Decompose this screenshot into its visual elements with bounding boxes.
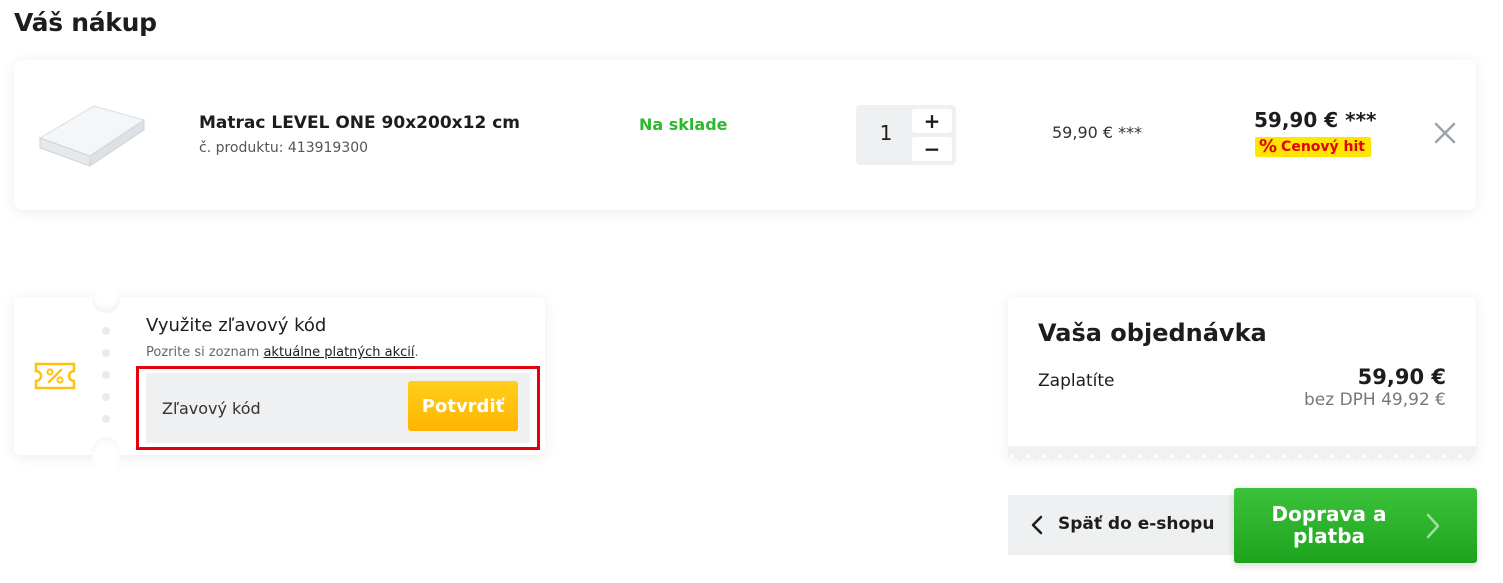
quantity-stepper: 1 + − — [856, 105, 956, 165]
order-total-net: bez DPH 49,92 € — [1304, 390, 1446, 410]
price-hit-badge: % Cenový hit — [1255, 137, 1371, 157]
quantity-decrease-button[interactable]: − — [912, 137, 952, 161]
perforation-dot — [102, 349, 110, 357]
discount-code-input[interactable] — [146, 373, 406, 443]
chevron-right-icon — [1426, 513, 1440, 539]
discount-subtitle: Pozrite si zoznam aktuálne platných akci… — [146, 345, 419, 360]
perforation-dot — [102, 327, 110, 335]
product-image[interactable] — [32, 100, 150, 170]
cart-item-card: Matrac LEVEL ONE 90x200x12 cm č. produkt… — [14, 60, 1476, 210]
badge-label: Cenový hit — [1281, 139, 1365, 155]
back-to-shop-label: Späť do e-shopu — [1058, 514, 1215, 534]
product-code: č. produktu: 413919300 — [199, 140, 369, 156]
order-total: 59,90 € — [1357, 365, 1446, 389]
chevron-left-icon — [1031, 515, 1043, 535]
ticket-notch — [92, 285, 120, 313]
discount-subtitle-text: Pozrite si zoznam — [146, 345, 264, 360]
perforation-dot — [102, 393, 110, 401]
discount-card: Využite zľavový kód Pozrite si zoznam ak… — [14, 285, 545, 477]
discount-title: Využite zľavový kód — [146, 315, 327, 336]
percent-icon: % — [1259, 136, 1278, 157]
ticket-notch — [92, 437, 120, 477]
summary-title: Vaša objednávka — [1038, 319, 1267, 347]
discount-subtitle-suffix: . — [414, 345, 419, 360]
page-title: Váš nákup — [14, 8, 157, 37]
promotions-link[interactable]: aktuálne platných akcií — [263, 345, 414, 360]
shipping-payment-button[interactable]: Doprava a platba — [1234, 488, 1477, 563]
coupon-icon — [34, 362, 76, 390]
total-price: 59,90 € *** — [1254, 108, 1377, 132]
perforation-dot — [102, 415, 110, 423]
confirm-discount-button[interactable]: Potvrdiť — [408, 381, 518, 431]
quantity-value[interactable]: 1 — [856, 121, 916, 145]
close-icon[interactable] — [1432, 120, 1458, 146]
unit-price: 59,90 € *** — [1052, 123, 1143, 142]
perforation-dot — [102, 371, 110, 379]
quantity-increase-button[interactable]: + — [912, 109, 952, 133]
order-summary: Vaša objednávka Zaplatíte 59,90 € bez DP… — [1008, 297, 1476, 457]
stock-status: Na sklade — [639, 115, 728, 134]
shipping-payment-label: Doprava a platba — [1271, 502, 1387, 548]
pay-label: Zaplatíte — [1038, 371, 1115, 391]
discount-code-field: Potvrdiť — [146, 373, 530, 443]
receipt-edge — [1008, 446, 1476, 462]
product-name[interactable]: Matrac LEVEL ONE 90x200x12 cm — [199, 113, 520, 133]
back-to-shop-button[interactable]: Späť do e-shopu — [1008, 495, 1234, 555]
